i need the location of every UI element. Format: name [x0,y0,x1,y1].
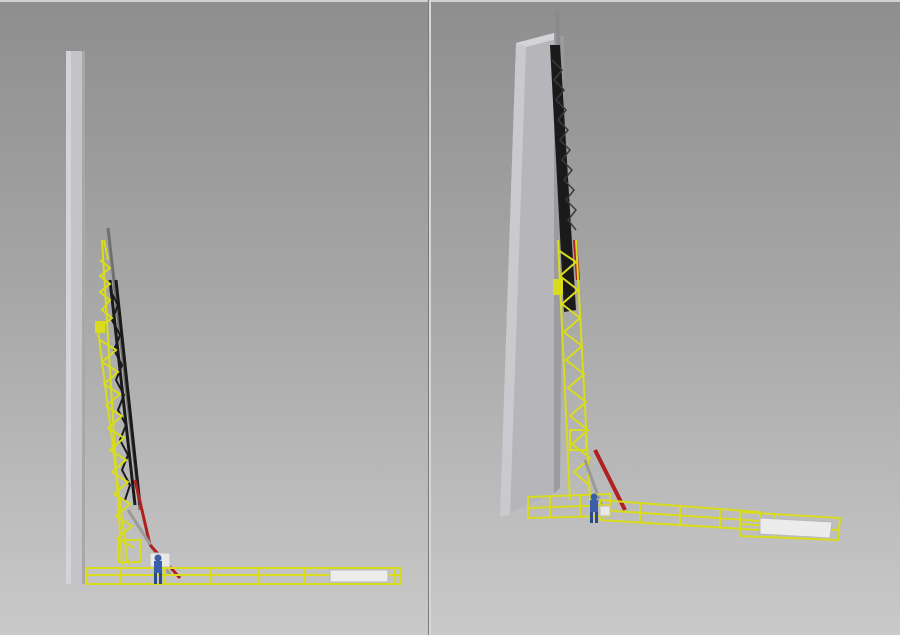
tower-column [66,51,85,584]
worker-figure [590,493,598,523]
cad-viewport [0,0,900,635]
cradle-block [599,505,611,517]
side-view-pane [0,0,428,635]
base-container [759,517,833,539]
perspective-view-drawing [500,9,842,542]
side-view-drawing [66,51,401,585]
base-container [329,569,389,583]
perspective-view-pane [430,0,900,635]
worker-figure [154,554,162,584]
